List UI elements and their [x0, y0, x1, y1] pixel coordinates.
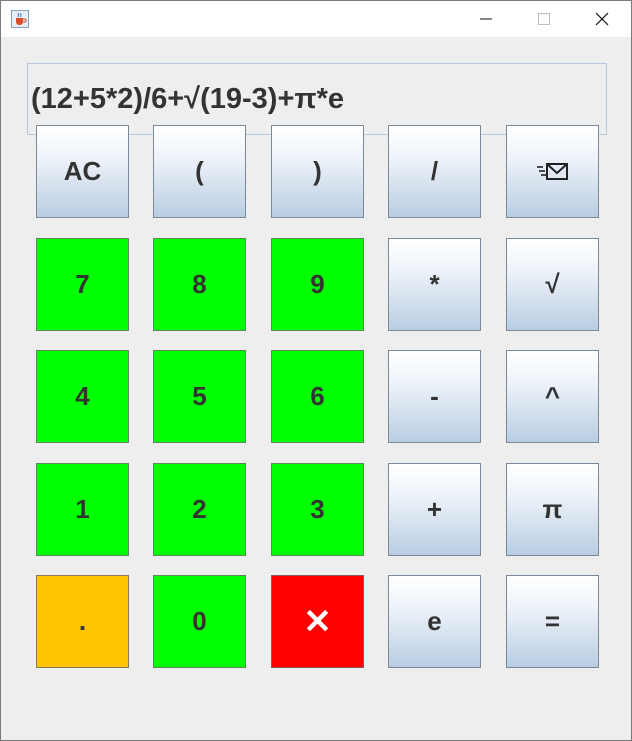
delete-button[interactable]: ✕: [271, 575, 364, 668]
key-label: =: [544, 606, 561, 636]
key-label: ): [313, 156, 322, 186]
close-button[interactable]: [573, 1, 631, 37]
close-icon: [595, 12, 609, 26]
key-label: e: [427, 606, 442, 636]
multiply-button[interactable]: *: [388, 238, 481, 331]
key-label: 4: [75, 381, 90, 411]
key-label: 3: [310, 494, 325, 524]
key-label: 7: [75, 269, 90, 299]
close-paren-button[interactable]: ): [271, 125, 364, 218]
minimize-button[interactable]: [457, 1, 515, 37]
digit-2-button[interactable]: 2: [153, 463, 246, 556]
digit-3-button[interactable]: 3: [271, 463, 364, 556]
add-button[interactable]: +: [388, 463, 481, 556]
euler-button[interactable]: e: [388, 575, 481, 668]
digit-5-button[interactable]: 5: [153, 350, 246, 443]
digit-7-button[interactable]: 7: [36, 238, 129, 331]
open-paren-button[interactable]: (: [153, 125, 246, 218]
key-label: 8: [192, 269, 207, 299]
key-label: ✕: [303, 602, 332, 641]
maximize-button[interactable]: [515, 1, 573, 37]
digit-4-button[interactable]: 4: [36, 350, 129, 443]
sqrt-button[interactable]: √: [506, 238, 599, 331]
key-label: +: [426, 494, 443, 524]
key-label: √: [545, 269, 560, 299]
key-label: ^: [544, 381, 561, 411]
key-label: AC: [63, 156, 102, 186]
power-button[interactable]: ^: [506, 350, 599, 443]
calculator-window: (12+5*2)/6+√(19-3)+π*e AC()/7 8 9 * √ 4 5 6- ^ 1 2…: [0, 0, 632, 741]
digit-6-button[interactable]: 6: [271, 350, 364, 443]
maximize-icon: [538, 13, 550, 25]
key-label: 5: [192, 381, 207, 411]
send-button[interactable]: [506, 125, 599, 218]
key-label: 0: [192, 606, 207, 636]
send-mail-icon: [536, 162, 568, 180]
key-label: *: [429, 269, 440, 299]
key-label: π: [542, 494, 563, 524]
divide-button[interactable]: /: [388, 125, 481, 218]
title-bar[interactable]: [1, 1, 631, 37]
key-label: 9: [310, 269, 325, 299]
java-cup-icon[interactable]: [11, 10, 29, 28]
digit-1-button[interactable]: 1: [36, 463, 129, 556]
key-label: 1: [75, 494, 90, 524]
key-label: /: [430, 156, 439, 186]
key-label: -: [430, 381, 439, 411]
equals-button[interactable]: =: [506, 575, 599, 668]
minimize-icon: [480, 18, 492, 20]
digit-0-button[interactable]: 0: [153, 575, 246, 668]
digit-8-button[interactable]: 8: [153, 238, 246, 331]
decimal-button[interactable]: .: [36, 575, 129, 668]
key-label: (: [195, 156, 204, 186]
key-label: 2: [192, 494, 207, 524]
key-label: 6: [310, 381, 325, 411]
pi-button[interactable]: π: [506, 463, 599, 556]
key-label: .: [78, 606, 87, 636]
clear-button[interactable]: AC: [36, 125, 129, 218]
subtract-button[interactable]: -: [388, 350, 481, 443]
digit-9-button[interactable]: 9: [271, 238, 364, 331]
